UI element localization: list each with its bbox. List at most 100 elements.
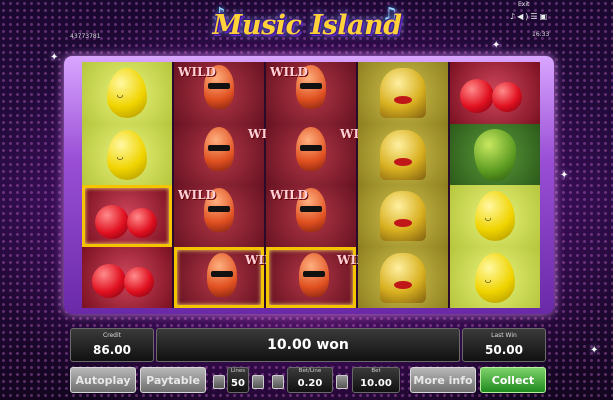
sunglasses-icon xyxy=(300,206,322,212)
wild-label: WILD xyxy=(270,188,308,202)
wild-symbol: WILD xyxy=(174,246,283,308)
reel-3: WILD WILD WILD WILD xyxy=(266,62,378,308)
reel-area[interactable]: ◡◡WILDWILDWILDWILDWILDWILDWILDWILD◡◡ xyxy=(82,62,540,308)
autoplay-button[interactable]: Autoplay xyxy=(70,367,136,393)
sparkle-icon: ✦ xyxy=(560,170,569,181)
face-icon: ◡ xyxy=(485,274,492,284)
bet-line-decrease-button[interactable] xyxy=(272,375,284,389)
win-message-panel: 10.00 won xyxy=(156,328,460,362)
credit-value: 86.00 xyxy=(93,343,131,357)
bet-line-control: Bet/Line 0.20 xyxy=(287,367,333,393)
cherry-icon xyxy=(492,82,522,112)
wild-symbol: WILD xyxy=(174,185,264,247)
collect-button[interactable]: Collect xyxy=(480,367,546,393)
game-logo: Music Island xyxy=(212,4,402,48)
cherry-icon xyxy=(127,208,157,238)
settings-icon[interactable]: ☰ xyxy=(530,12,539,21)
last-win-value: 50.00 xyxy=(485,343,523,357)
wild-label: WILD xyxy=(337,252,375,267)
lips-icon xyxy=(394,219,412,227)
bet-line-increase-button[interactable] xyxy=(336,375,348,389)
wild-label: WILD xyxy=(245,252,283,267)
sparkle-icon: ✦ xyxy=(50,52,59,63)
face-icon: ◡ xyxy=(117,151,124,161)
sunglasses-icon xyxy=(208,206,230,212)
lines-label: Lines xyxy=(230,368,246,374)
clock: 16:33 xyxy=(532,31,550,38)
bet-line-label: Bet/Line xyxy=(298,368,322,374)
bell-icon xyxy=(380,252,426,303)
bet-label: Bet xyxy=(371,368,381,374)
last-win-label: Last Win xyxy=(491,332,517,339)
rocker-icon xyxy=(296,126,326,171)
speaker-icon[interactable]: ◀) xyxy=(517,12,530,21)
reel-1: ◡ ◡ xyxy=(82,62,172,308)
paytable-button[interactable]: Paytable xyxy=(140,367,206,393)
wild-symbol: WILD xyxy=(266,185,356,247)
bet-value: 10.00 xyxy=(360,378,392,389)
sunglasses-icon xyxy=(303,270,325,277)
sunglasses-icon xyxy=(208,83,230,89)
pear-icon xyxy=(474,128,516,181)
lips-icon xyxy=(394,96,412,104)
bell-symbol xyxy=(358,62,448,124)
sunglasses-icon xyxy=(300,144,322,151)
reel-4 xyxy=(358,62,448,308)
lemon-icon: ◡ xyxy=(475,191,515,241)
bell-icon xyxy=(380,68,426,118)
exit-button[interactable]: Exit xyxy=(518,1,529,8)
reel-5: ◡ ◡ xyxy=(450,62,540,308)
last-win-panel: Last Win 50.00 xyxy=(462,328,546,362)
lines-increase-button[interactable] xyxy=(252,375,264,389)
wild-symbol: WILD xyxy=(266,123,378,185)
bell-symbol xyxy=(358,246,448,308)
pear-symbol xyxy=(450,123,540,185)
bet-control: Bet 10.00 xyxy=(352,367,400,393)
wild-label: WILD xyxy=(178,188,216,202)
sunglasses-icon xyxy=(300,83,322,89)
lemon-icon: ◡ xyxy=(475,252,515,303)
cherry-symbol xyxy=(82,246,172,308)
cherry-symbol xyxy=(82,185,172,247)
lines-decrease-button[interactable] xyxy=(213,375,225,389)
lips-icon xyxy=(394,280,412,289)
cherry-icon xyxy=(124,266,154,297)
rocker-icon xyxy=(204,126,234,171)
more-info-button[interactable]: More info xyxy=(410,367,476,393)
lemon-symbol: ◡ xyxy=(82,123,172,185)
cherry-icon xyxy=(460,79,494,113)
bell-symbol xyxy=(358,185,448,247)
face-icon: ◡ xyxy=(485,213,492,222)
lines-value: 50 xyxy=(231,378,245,389)
wild-label: WILD xyxy=(270,65,308,79)
bell-icon xyxy=(380,129,426,180)
sparkle-icon: ✦ xyxy=(492,40,501,51)
sunglasses-icon xyxy=(211,270,233,277)
lines-control: Lines 50 xyxy=(227,367,249,393)
rocker-icon xyxy=(299,252,329,297)
fullscreen-icon[interactable]: ▣ xyxy=(540,12,550,21)
bet-line-value: 0.20 xyxy=(297,378,323,389)
rocker-icon xyxy=(207,252,237,297)
wild-symbol: WILD xyxy=(266,246,375,308)
win-message: 10.00 won xyxy=(267,337,349,353)
face-icon: ◡ xyxy=(117,90,124,99)
lemon-icon: ◡ xyxy=(107,129,147,180)
wild-symbol: WILD xyxy=(174,62,264,124)
cherry-symbol xyxy=(450,62,540,124)
lemon-symbol: ◡ xyxy=(450,185,540,247)
session-id: 43773781 xyxy=(70,33,101,40)
wild-label: WILD xyxy=(178,65,216,79)
wild-label: WILD xyxy=(248,128,286,140)
cherry-icon xyxy=(95,205,129,239)
credit-panel: Credit 86.00 xyxy=(70,328,154,362)
lips-icon xyxy=(394,157,412,166)
lemon-symbol: ◡ xyxy=(82,62,172,124)
sunglasses-icon xyxy=(208,144,230,151)
reel-2: WILD WILD WILD WILD xyxy=(174,62,286,308)
bell-symbol xyxy=(358,123,448,185)
bell-icon xyxy=(380,191,426,241)
top-icons: ♪◀)☰▣ xyxy=(510,12,549,21)
lemon-icon: ◡ xyxy=(107,68,147,118)
sparkle-icon: ✦ xyxy=(590,345,599,356)
